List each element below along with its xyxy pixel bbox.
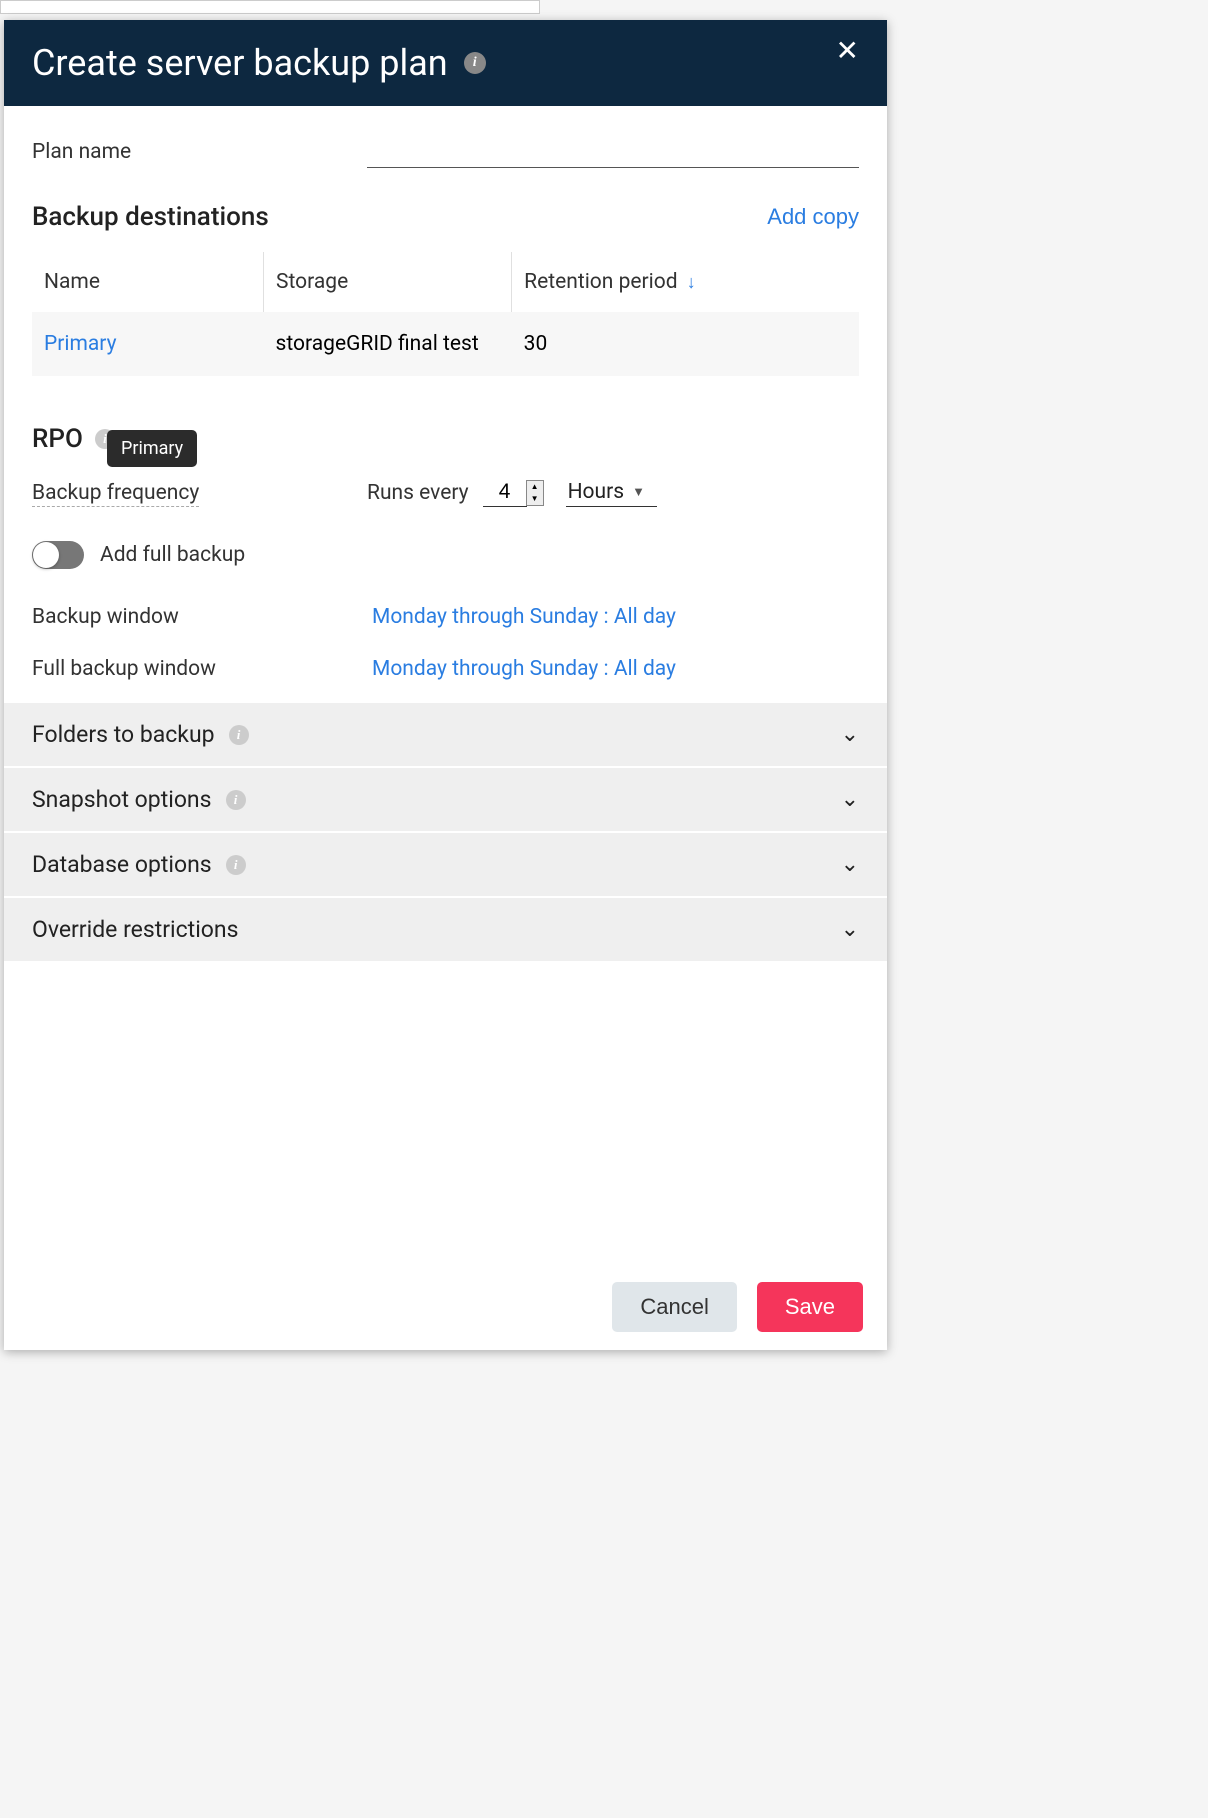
destinations-header: Backup destinations Add copy xyxy=(32,202,859,232)
info-icon[interactable]: i xyxy=(229,725,249,745)
chevron-down-icon: ⌄ xyxy=(841,787,859,812)
add-copy-button[interactable]: Add copy xyxy=(767,204,859,230)
chevron-down-icon: ⌄ xyxy=(841,722,859,747)
plan-name-label: Plan name xyxy=(32,140,367,164)
col-retention[interactable]: Retention period ↓ xyxy=(512,252,859,312)
info-icon[interactable]: i xyxy=(226,790,246,810)
info-icon[interactable]: i xyxy=(464,52,486,74)
frequency-stepper[interactable]: ▲ ▼ xyxy=(526,480,544,506)
plan-name-input[interactable] xyxy=(367,136,859,168)
close-icon: ✕ xyxy=(836,35,859,66)
frequency-value-input[interactable] xyxy=(483,478,527,507)
sort-arrow-icon: ↓ xyxy=(687,272,696,293)
backup-frequency-row: Backup frequency Runs every ▲ ▼ Hours ▼ xyxy=(32,478,859,507)
full-backup-window-row: Full backup window Monday through Sunday… xyxy=(32,657,859,681)
step-up-button[interactable]: ▲ xyxy=(527,481,543,493)
backup-window-row: Backup window Monday through Sunday : Al… xyxy=(32,605,859,629)
destinations-title: Backup destinations xyxy=(32,202,269,232)
dest-storage-cell: storageGRID final test xyxy=(264,312,512,376)
accordion-snapshot[interactable]: Snapshot options i ⌄ xyxy=(4,768,887,833)
chevron-down-icon: ⌄ xyxy=(841,917,859,942)
col-name[interactable]: Name xyxy=(32,252,264,312)
add-full-backup-toggle[interactable] xyxy=(32,541,84,569)
create-backup-plan-modal: Create server backup plan i ✕ Plan name … xyxy=(4,20,887,1350)
modal-body: Plan name Backup destinations Add copy N… xyxy=(4,106,887,1264)
modal-footer: Cancel Save xyxy=(4,1264,887,1350)
accordion: Folders to backup i ⌄ Snapshot options i… xyxy=(4,703,887,963)
accordion-folders[interactable]: Folders to backup i ⌄ xyxy=(4,703,887,768)
save-button[interactable]: Save xyxy=(757,1282,863,1332)
add-full-backup-label: Add full backup xyxy=(100,543,245,567)
modal-header: Create server backup plan i ✕ xyxy=(4,20,887,106)
col-storage[interactable]: Storage xyxy=(264,252,512,312)
backup-window-value[interactable]: Monday through Sunday : All day xyxy=(372,605,676,629)
frequency-unit-select[interactable]: Hours ▼ xyxy=(566,478,657,507)
add-full-backup-row: Add full backup xyxy=(32,541,859,569)
modal-title: Create server backup plan xyxy=(32,42,448,84)
accordion-database[interactable]: Database options i ⌄ xyxy=(4,833,887,898)
primary-tooltip: Primary xyxy=(107,430,197,467)
plan-name-row: Plan name xyxy=(32,136,859,168)
destinations-table: Name Storage Retention period ↓ Primary … xyxy=(32,252,859,376)
runs-every-label: Runs every xyxy=(367,481,469,505)
chevron-down-icon: ⌄ xyxy=(841,852,859,877)
info-icon[interactable]: i xyxy=(226,855,246,875)
dest-retention-cell: 30 xyxy=(512,312,859,376)
backup-window-label: Backup window xyxy=(32,605,372,629)
full-backup-window-value[interactable]: Monday through Sunday : All day xyxy=(372,657,676,681)
dest-name-cell[interactable]: Primary xyxy=(32,312,264,376)
chevron-down-icon: ▼ xyxy=(632,484,645,500)
step-down-button[interactable]: ▼ xyxy=(527,493,543,505)
full-backup-window-label: Full backup window xyxy=(32,657,372,681)
close-button[interactable]: ✕ xyxy=(836,34,859,67)
browser-chrome-strip xyxy=(0,0,540,14)
cancel-button[interactable]: Cancel xyxy=(612,1282,736,1332)
table-row[interactable]: Primary storageGRID final test 30 xyxy=(32,312,859,376)
accordion-override[interactable]: Override restrictions ⌄ xyxy=(4,898,887,963)
backup-frequency-label: Backup frequency xyxy=(32,481,199,507)
